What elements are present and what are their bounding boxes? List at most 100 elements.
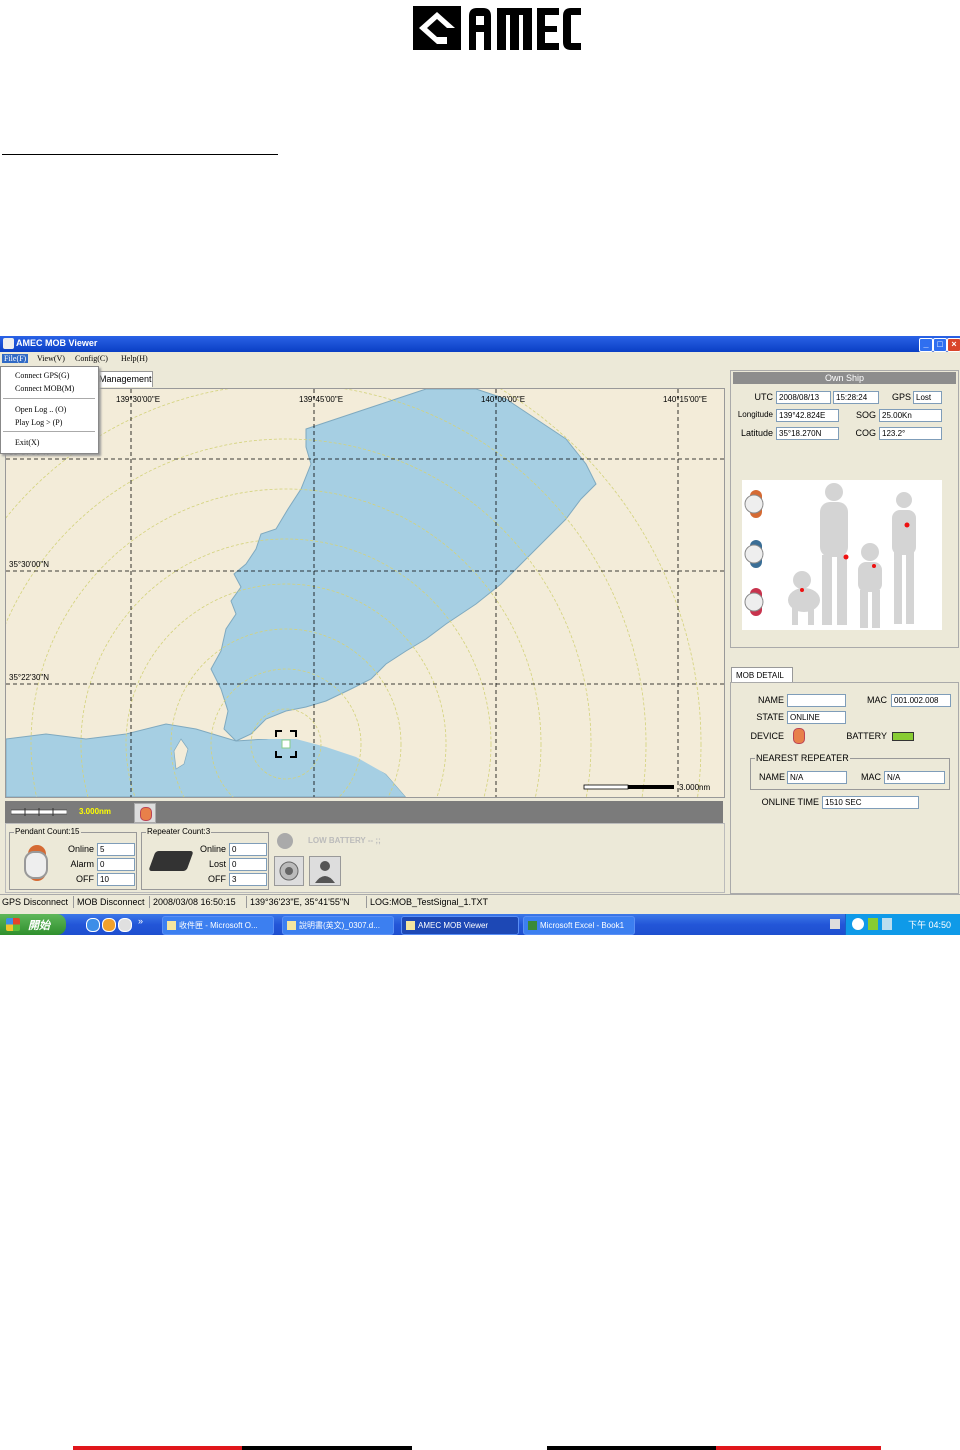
pendant-online-field: 5	[97, 843, 135, 856]
sog-label: SOG	[855, 410, 876, 420]
mob-state-label: STATE	[756, 712, 784, 722]
menu-open-log[interactable]: Open Log .. (O)	[15, 405, 66, 414]
low-battery-indicator-icon	[277, 833, 293, 849]
pendant-off-label: OFF	[76, 874, 94, 884]
app-icon	[3, 338, 14, 349]
volume-icon[interactable]	[882, 918, 892, 930]
app-window: AMEC MOB Viewer _ □ × File(F) View(V) Co…	[0, 336, 960, 935]
status-datetime: 2008/03/08 16:50:15	[153, 897, 236, 907]
status-panel: Pendant Count:15 Online 5 Alarm 0 OFF 10…	[5, 823, 725, 893]
close-button[interactable]: ×	[947, 338, 960, 352]
menu-config[interactable]: Config(C)	[73, 354, 110, 363]
start-button[interactable]: 開始	[0, 914, 66, 935]
map-view[interactable]: 139°30'00"E 139°45'00"E 140°00'00"E 140°…	[5, 388, 725, 798]
repeater-off-field: 3	[229, 873, 267, 886]
utc-label: UTC	[754, 392, 774, 402]
lat-label-3: 35°22'30"N	[9, 673, 50, 682]
mob-name-field	[787, 694, 846, 707]
mob-device-label: DEVICE	[750, 731, 784, 741]
document-rule	[2, 154, 278, 155]
near-mac-label: MAC	[861, 772, 881, 782]
mob-detail-panel: NAME MAC 001.002.008 STATE ONLINE DEVICE…	[730, 682, 959, 894]
battery-icon	[892, 732, 914, 741]
tab-management[interactable]: Management	[96, 371, 153, 387]
menu-connect-mob[interactable]: Connect MOB(M)	[15, 384, 74, 393]
low-battery-label: LOW BATTERY -- ;;	[308, 836, 381, 845]
pendant-locate-button[interactable]	[134, 803, 156, 823]
quick-launch-more-icon[interactable]: »	[138, 916, 143, 926]
mob-marker-center	[281, 739, 291, 749]
task-manual-doc[interactable]: 說明書(英文)_0307.d...	[282, 916, 394, 935]
repeater-lost-field: 0	[229, 858, 267, 871]
pendant-illustration-icon	[744, 483, 916, 628]
mob-mac-field: 001.002.008	[891, 694, 951, 707]
media-icon[interactable]	[118, 918, 132, 932]
status-separator	[149, 896, 150, 908]
ie-icon[interactable]	[86, 918, 100, 932]
task-inbox[interactable]: 收件匣 - Microsoft O...	[162, 916, 274, 935]
menu-file[interactable]: File(F)	[2, 354, 29, 363]
lon-label-3: 140°00'00"E	[481, 395, 526, 404]
tab-mob-detail-label: MOB DETAIL	[736, 671, 784, 680]
nearest-repeater-group: NEAREST REPEATER NAME N/A MAC N/A	[750, 753, 950, 790]
own-ship-header: Own Ship	[733, 372, 956, 384]
utc-date-field: 2008/08/13	[776, 391, 831, 404]
lon-label-2: 139°45'00"E	[299, 395, 344, 404]
lon-label-1: 139°30'00"E	[116, 395, 161, 404]
sound-button[interactable]	[274, 856, 304, 886]
keyboard-icon[interactable]	[830, 919, 840, 929]
footer-bar-black-left	[242, 1446, 412, 1450]
pendant-group: Pendant Count:15 Online 5 Alarm 0 OFF 10	[9, 827, 137, 890]
footer-bar-red-left	[73, 1446, 242, 1450]
tray-expand-icon[interactable]	[852, 918, 864, 930]
menu-connect-gps[interactable]: Connect GPS(G)	[15, 371, 69, 380]
near-name-field: N/A	[787, 771, 847, 784]
outlook-icon[interactable]	[102, 918, 116, 932]
tab-management-label: Management	[99, 374, 152, 384]
file-menu-dropdown: Connect GPS(G) Connect MOB(M) Open Log .…	[0, 366, 99, 454]
pendant-count: Pendant Count:15	[14, 827, 81, 836]
repeater-lost-label: Lost	[208, 859, 226, 869]
online-time-field: 1510 SEC	[822, 796, 919, 809]
mob-mac-label: MAC	[867, 695, 887, 705]
status-coords: 139°36'23"E, 35°41'55"N	[250, 897, 350, 907]
mob-state-field: ONLINE	[787, 711, 846, 724]
menu-play-log[interactable]: Play Log > (P)	[15, 418, 62, 427]
network-icon[interactable]	[868, 918, 878, 930]
minimize-button[interactable]: _	[919, 338, 933, 352]
repeater-group: Repeater Count:3 Online 0 Lost 0 OFF 3	[141, 827, 269, 890]
gps-field: Lost	[913, 391, 942, 404]
task-mob-viewer[interactable]: AMEC MOB Viewer	[401, 916, 519, 935]
utc-time-field: 15:28:24	[833, 391, 879, 404]
person-button[interactable]	[309, 856, 341, 886]
title-bar[interactable]: AMEC MOB Viewer _ □ ×	[0, 336, 960, 352]
windows-taskbar: 開始 » 收件匣 - Microsoft O... 說明書(英文)_0307.d…	[0, 914, 960, 935]
repeater-online-label: Online	[199, 844, 226, 854]
menu-view[interactable]: View(V)	[35, 354, 67, 363]
menu-exit[interactable]: Exit(X)	[15, 438, 39, 447]
status-log: LOG:MOB_TestSignal_1.TXT	[370, 897, 489, 907]
task-excel[interactable]: Microsoft Excel - Book1	[523, 916, 635, 935]
latitude-label: Latitude	[740, 428, 773, 438]
lon-label-4: 140°15'00"E	[663, 395, 708, 404]
map-scale-label: 3.000nm	[679, 783, 711, 792]
status-separator	[246, 896, 247, 908]
gps-label: GPS	[891, 392, 911, 402]
menu-help[interactable]: Help(H)	[119, 354, 150, 363]
longitude-label: Longitude	[737, 410, 773, 419]
tab-mob-detail[interactable]: MOB DETAIL	[731, 667, 793, 683]
chart-map[interactable]	[6, 389, 724, 797]
sog-field: 25.00Kn	[879, 409, 942, 422]
longitude-field: 139°42.824E	[776, 409, 839, 422]
scale-strip-label: 3.000nm	[79, 807, 112, 816]
maximize-button[interactable]: □	[933, 338, 947, 352]
pendant-online-label: Online	[67, 844, 94, 854]
repeater-online-field: 0	[229, 843, 267, 856]
pendant-off-field: 10	[97, 873, 135, 886]
clock: 下午 04:50	[908, 920, 952, 930]
footer-bar-black-right	[547, 1446, 716, 1450]
start-label: 開始	[28, 920, 50, 932]
pendant-device-icon	[20, 843, 54, 883]
window-title: AMEC MOB Viewer	[16, 338, 98, 348]
windows-flag-icon	[6, 918, 20, 931]
